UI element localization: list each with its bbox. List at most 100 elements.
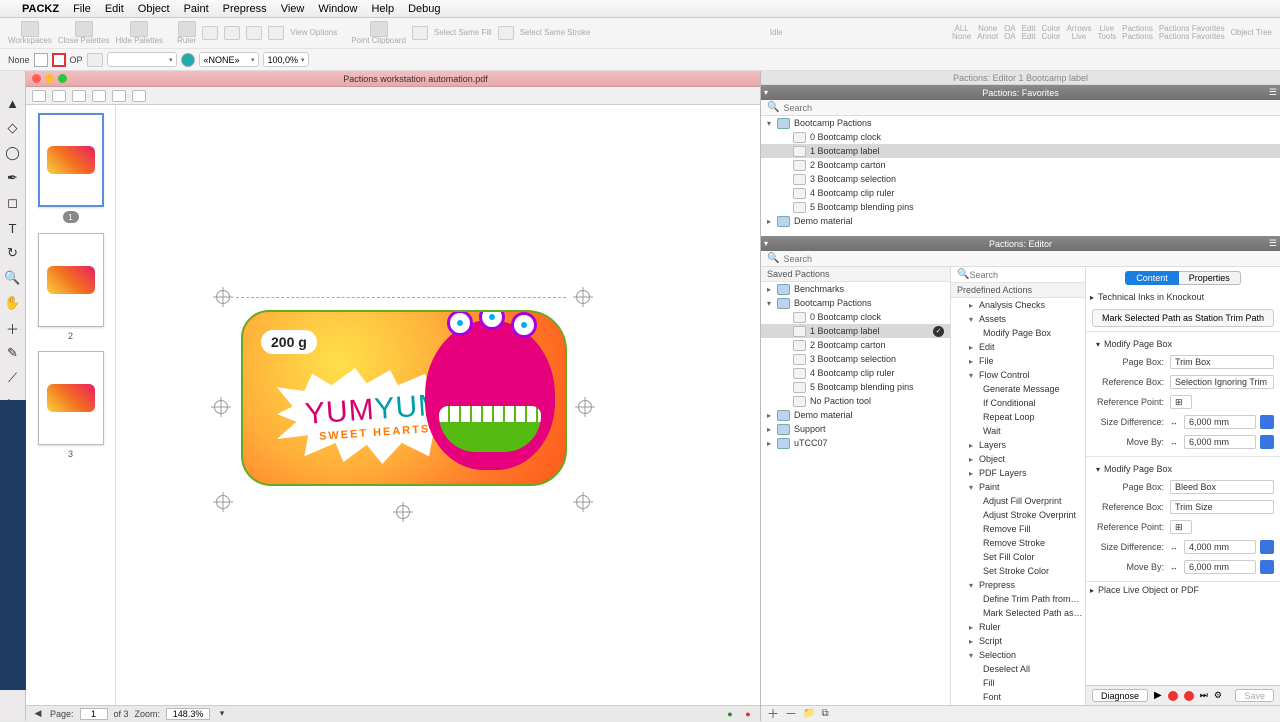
saved-tree[interactable]: ▸Benchmarks ▾Bootcamp Pactions 0 Bootcam… — [761, 282, 950, 705]
action-item[interactable]: ▸Analysis Checks — [951, 298, 1085, 312]
opt-select-2[interactable]: «NONE» — [199, 52, 259, 67]
mode-6[interactable] — [132, 90, 146, 102]
action-item[interactable]: Adjust Stroke Overprint — [951, 508, 1085, 522]
tbr-5[interactable]: ArrowsLive — [1067, 25, 1092, 41]
tb-sss[interactable] — [498, 26, 514, 40]
mode-1[interactable] — [32, 90, 46, 102]
actions-search-input[interactable] — [969, 270, 1079, 280]
page-input[interactable] — [80, 708, 108, 720]
tb-point-clipboard[interactable]: Point Clipboard — [351, 21, 406, 45]
rotate-tool-icon[interactable]: ↻ — [3, 243, 23, 263]
favorites-header[interactable]: ▾ Pactions: Favorites ☰ — [761, 85, 1280, 100]
saved-item[interactable]: 2 Bootcamp carton — [810, 340, 886, 350]
refpoint-grid-2[interactable]: ⊞ — [1170, 520, 1192, 534]
sb-ok-icon[interactable]: ● — [724, 708, 736, 720]
sec-modify-pagebox-2[interactable]: Modify Page Box — [1104, 464, 1172, 474]
tb-vo2[interactable] — [224, 26, 240, 40]
action-item[interactable]: ▾Selection — [951, 648, 1085, 662]
tb-workspaces[interactable]: Workspaces — [8, 21, 52, 45]
pen-tool-icon[interactable]: ✒ — [3, 168, 23, 188]
saved-item[interactable]: 0 Bootcamp clock — [810, 312, 881, 322]
action-item[interactable]: Wait — [951, 424, 1085, 438]
action-item[interactable]: Set Fill Color — [951, 550, 1085, 564]
menu-view[interactable]: View — [281, 3, 305, 15]
sec-place-live[interactable]: Place Live Object or PDF — [1098, 585, 1199, 595]
mode-5[interactable] — [112, 90, 126, 102]
action-item[interactable]: Generate Message — [951, 382, 1085, 396]
action-item[interactable]: Define Trim Path from… — [951, 592, 1085, 606]
menu-file[interactable]: File — [73, 3, 91, 15]
menu-edit[interactable]: Edit — [105, 3, 124, 15]
pagebox1-select[interactable]: Trim Box — [1170, 355, 1274, 369]
action-item[interactable]: Adjust Fill Overprint — [951, 494, 1085, 508]
menu-window[interactable]: Window — [318, 3, 357, 15]
action-item[interactable]: ▾Assets — [951, 312, 1085, 326]
remove-button-icon[interactable]: － — [785, 705, 797, 722]
tbr-4[interactable]: ColorColor — [1041, 25, 1060, 41]
saved-item[interactable]: No Paction tool — [810, 396, 871, 406]
saved-item[interactable]: 3 Bootcamp selection — [810, 354, 896, 364]
action-item[interactable]: Modify Page Box — [951, 326, 1085, 340]
sb-zoom-dd-icon[interactable]: ▾ — [216, 708, 228, 720]
sb-stop-icon[interactable]: ● — [742, 708, 754, 720]
support[interactable]: Support — [794, 424, 826, 434]
sizediff1-input[interactable]: 6,000 mm — [1184, 415, 1256, 429]
save-button[interactable]: Save — [1235, 689, 1274, 702]
zoom-window-icon[interactable] — [58, 74, 67, 83]
tbr-7[interactable]: PactionsPactions — [1122, 25, 1153, 41]
selection-tool-icon[interactable]: ▲ — [3, 93, 23, 113]
tb-close-palettes[interactable]: Close Palettes — [58, 21, 110, 45]
moveby1-input[interactable]: 6,000 mm — [1184, 435, 1256, 449]
mark-trim-path-button[interactable]: Mark Selected Path as Station Trim Path — [1092, 309, 1274, 327]
row-technical-inks[interactable]: Technical Inks in Knockout — [1098, 292, 1204, 302]
thumb-2[interactable] — [38, 233, 104, 327]
zoom-input[interactable] — [166, 708, 210, 720]
tbr-2[interactable]: OAOA — [1004, 25, 1016, 41]
action-item[interactable]: ▾Paint — [951, 480, 1085, 494]
tab-properties[interactable]: Properties — [1179, 271, 1241, 285]
measure-tool-icon[interactable]: ⟋ — [3, 368, 23, 388]
fav-root[interactable]: Bootcamp Pactions — [794, 118, 872, 128]
menu-debug[interactable]: Debug — [408, 3, 440, 15]
lasso-tool-icon[interactable]: ◯ — [3, 143, 23, 163]
fav-item[interactable]: 3 Bootcamp selection — [810, 174, 896, 184]
gear-icon[interactable]: ☰ — [1269, 87, 1277, 98]
sec-modify-pagebox-1[interactable]: Modify Page Box — [1104, 339, 1172, 349]
editor-search[interactable]: 🔍 — [761, 251, 1280, 267]
fill-swatch[interactable] — [34, 53, 48, 67]
settings-icon[interactable]: ⚙ — [1214, 690, 1222, 701]
sb-prev-icon[interactable]: ◀ — [32, 708, 44, 720]
menu-object[interactable]: Object — [138, 3, 170, 15]
mode-2[interactable] — [52, 90, 66, 102]
fav-item[interactable]: 2 Bootcamp carton — [810, 160, 886, 170]
link-icon[interactable] — [1260, 415, 1274, 429]
record2-icon[interactable] — [1184, 691, 1194, 701]
action-item[interactable]: Mark Selected Path as… — [951, 606, 1085, 620]
link-icon[interactable] — [1260, 540, 1274, 554]
tbr-8[interactable]: Pactions FavoritesPactions Favorites — [1159, 25, 1225, 41]
mac-menubar[interactable]: PACKZ File Edit Object Paint Prepress Vi… — [0, 0, 1280, 18]
saved-item[interactable]: 5 Bootcamp blending pins — [810, 382, 914, 392]
pagebox2-select[interactable]: Bleed Box — [1170, 480, 1274, 494]
fav-root2[interactable]: Demo material — [794, 216, 853, 226]
action-item[interactable]: If Conditional — [951, 396, 1085, 410]
gear-icon[interactable]: ☰ — [1269, 238, 1277, 249]
mode-3[interactable] — [72, 90, 86, 102]
action-item[interactable]: Repeat Loop — [951, 410, 1085, 424]
opmode-toggle[interactable] — [87, 53, 103, 67]
favorites-search-input[interactable] — [783, 102, 1274, 114]
refbox1-select[interactable]: Selection Ignoring Trim — [1170, 375, 1274, 389]
tbr-objtree[interactable]: Object Tree — [1231, 29, 1272, 37]
action-item[interactable]: ▾Prepress — [951, 578, 1085, 592]
action-item[interactable]: Remove Fill — [951, 522, 1085, 536]
menu-prepress[interactable]: Prepress — [223, 3, 267, 15]
app-name[interactable]: PACKZ — [22, 3, 59, 15]
fav-item[interactable]: 4 Bootcamp clip ruler — [810, 188, 895, 198]
moveby2-input[interactable]: 6,000 mm — [1184, 560, 1256, 574]
step-icon[interactable]: ⏭ — [1200, 690, 1208, 701]
direct-select-icon[interactable]: ◇ — [3, 118, 23, 138]
action-item[interactable]: Fill — [951, 676, 1085, 690]
action-item[interactable]: Remove Stroke — [951, 536, 1085, 550]
zoom-tool-icon[interactable]: 🔍 — [3, 268, 23, 288]
fav-item[interactable]: 0 Bootcamp clock — [810, 132, 881, 142]
